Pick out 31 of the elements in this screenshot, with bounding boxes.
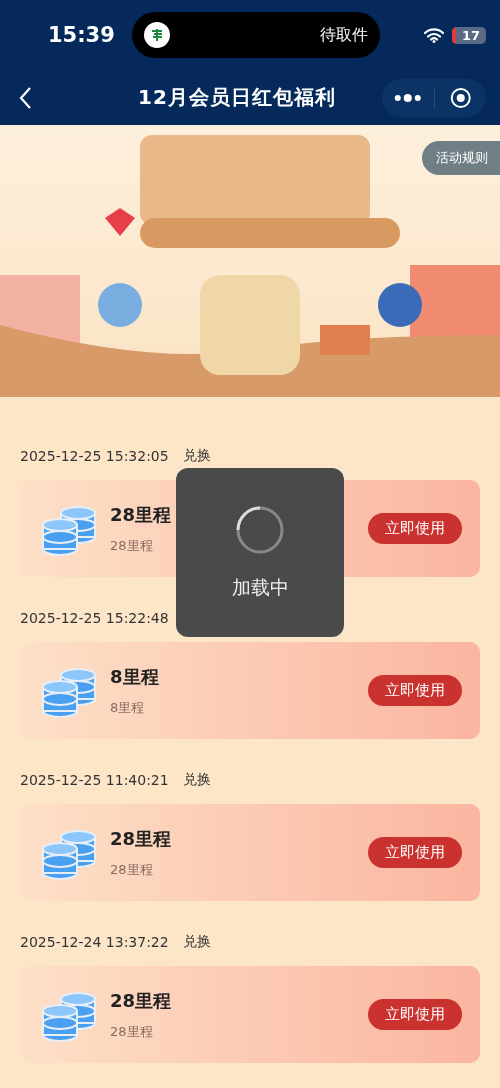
record-time: 2025-12-25 15:22:48 (20, 610, 169, 626)
reward-subtitle: 28里程 (110, 1022, 153, 1041)
reward-title: 28里程 (110, 826, 172, 851)
wifi-icon (423, 27, 444, 43)
spinner-icon (235, 504, 285, 555)
back-icon[interactable] (18, 85, 32, 110)
record-action: 兑换 (182, 447, 211, 465)
use-now-button[interactable]: 立即使用 (368, 513, 462, 544)
island-text: 待取件 (320, 24, 368, 46)
record-time: 2025-12-25 11:40:21 (20, 772, 169, 788)
use-now-button[interactable]: 立即使用 (368, 837, 462, 868)
use-now-button[interactable]: 立即使用 (368, 675, 462, 706)
page-title: 12月会员日红包福利 (137, 84, 337, 111)
reward-title: 28里程 (110, 988, 172, 1013)
reward-subtitle: 8里程 (110, 698, 145, 717)
use-now-button[interactable]: 立即使用 (368, 999, 462, 1030)
record-time: 2025-12-24 13:37:22 (20, 934, 169, 950)
record-time: 2025-12-25 15:32:05 (20, 448, 169, 464)
status-time: 15:39 (48, 23, 116, 47)
rules-button[interactable]: 活动规则 (422, 141, 500, 175)
dynamic-island[interactable]: 待取件 (132, 12, 380, 58)
reward-title: 28里程 (110, 502, 172, 527)
reward-title: 8里程 (110, 664, 159, 689)
record-action: 兑换 (182, 771, 211, 789)
loading-text: 加载中 (231, 574, 289, 600)
reward-subtitle: 28里程 (110, 536, 153, 555)
reward-subtitle: 28里程 (110, 860, 153, 879)
battery-indicator: 17 (451, 26, 486, 44)
capsule-menu[interactable] (382, 78, 486, 117)
record-action: 兑换 (182, 933, 211, 951)
app-logo-icon (144, 22, 170, 48)
